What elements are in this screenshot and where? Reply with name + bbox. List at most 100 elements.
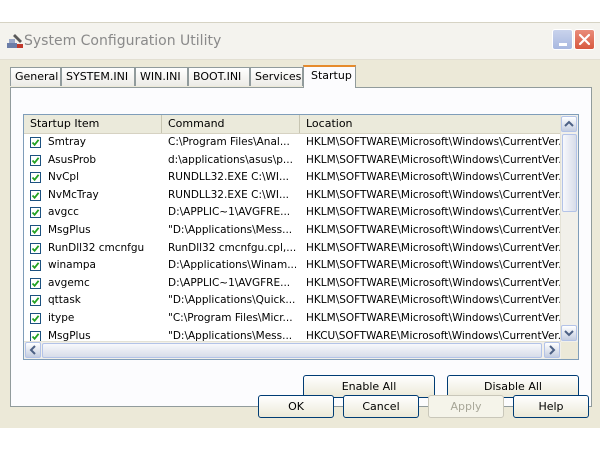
- column-header-startup-item[interactable]: Startup Item: [24, 115, 162, 133]
- tab-win-ini[interactable]: WIN.INI: [135, 67, 188, 86]
- horizontal-scrollbar[interactable]: [24, 341, 561, 359]
- startup-checkbox[interactable]: [30, 295, 41, 307]
- startup-checkbox[interactable]: [30, 172, 41, 184]
- cancel-button[interactable]: Cancel: [343, 395, 419, 418]
- startup-checkbox[interactable]: [30, 312, 41, 324]
- startup-checkbox[interactable]: [30, 224, 41, 236]
- checkmark-icon: [31, 279, 40, 287]
- scroll-right-button[interactable]: [544, 342, 560, 358]
- startup-command: "C:\Program Files\Micr...: [168, 311, 293, 324]
- list-item[interactable]: MsgPlus "D:\Applications\Mess... HKLM\SOFT…: [24, 222, 561, 240]
- list-item[interactable]: AsusProb d:\applications\asus\p... HKLM\SO…: [24, 152, 561, 170]
- checkmark-icon: [31, 192, 40, 199]
- startup-item-name: NvMcTray: [48, 188, 99, 201]
- startup-location: HKLM\SOFTWARE\Microsoft\Windows\CurrentV…: [306, 241, 561, 254]
- startup-command: RUNDLL32.EXE C:\WI...: [168, 188, 290, 201]
- startup-location: HKLM\SOFTWARE\Microsoft\Windows\CurrentV…: [306, 188, 561, 201]
- list-rows: Smtray C:\Program Files\Anal... HKLM\SOFTW…: [24, 134, 561, 344]
- checkmark-icon: [31, 209, 40, 217]
- checkmark-icon: [31, 332, 40, 340]
- startup-location: HKLM\SOFTWARE\Microsoft\Windows\CurrentV…: [306, 153, 561, 166]
- startup-location: HKLM\SOFTWARE\Microsoft\Windows\CurrentV…: [306, 311, 561, 324]
- startup-checkbox[interactable]: [30, 189, 41, 201]
- scroll-up-button[interactable]: [561, 116, 577, 132]
- scroll-down-button[interactable]: [561, 325, 577, 341]
- startup-checkbox[interactable]: [30, 260, 41, 272]
- startup-list[interactable]: Startup Item Command Location Smtray C:\P…: [23, 114, 579, 360]
- startup-checkbox[interactable]: [30, 277, 41, 289]
- startup-location: HKLM\SOFTWARE\Microsoft\Windows\CurrentV…: [306, 223, 561, 236]
- list-item[interactable]: avgcc D:\APPLIC~1\AVGFRE... HKLM\SOFTWARE\…: [24, 204, 561, 222]
- tab-general[interactable]: General: [10, 67, 61, 86]
- startup-panel: Startup Item Command Location Smtray C:\P…: [10, 87, 592, 407]
- startup-location: HKLM\SOFTWARE\Microsoft\Windows\CurrentV…: [306, 276, 561, 289]
- scroll-left-button[interactable]: [25, 342, 41, 358]
- chevron-down-icon: [564, 330, 574, 337]
- list-item[interactable]: NvCpl RUNDLL32.EXE C:\WI... HKLM\SOFTWARE\…: [24, 169, 561, 187]
- checkmark-icon: [31, 315, 40, 323]
- chevron-left-icon: [29, 345, 36, 355]
- column-header-location[interactable]: Location: [300, 115, 561, 133]
- vertical-scrollbar[interactable]: [560, 115, 578, 342]
- startup-item-name: itype: [48, 311, 75, 324]
- tab-startup[interactable]: Startup: [303, 65, 356, 88]
- window-title: System Configuration Utility: [24, 33, 222, 49]
- startup-command: C:\Program Files\Anal...: [168, 136, 290, 148]
- startup-command: RUNDLL32.EXE C:\WI...: [168, 171, 290, 184]
- checkmark-icon: [31, 262, 40, 270]
- title-bar[interactable]: System Configuration Utility: [0, 23, 600, 60]
- tab-boot-ini[interactable]: BOOT.INI: [188, 67, 250, 86]
- checkmark-icon: [31, 156, 40, 164]
- scrollbar-corner: [561, 342, 578, 359]
- startup-command: "D:\Applications\Mess...: [168, 223, 293, 236]
- startup-location: HKLM\SOFTWARE\Microsoft\Windows\CurrentV…: [306, 259, 561, 272]
- list-header: Startup Item Command Location: [24, 115, 561, 134]
- startup-item-name: winampa: [48, 259, 96, 272]
- startup-item-name: NvCpl: [48, 171, 79, 184]
- apply-button[interactable]: Apply: [428, 395, 504, 418]
- checkmark-icon: [31, 244, 40, 252]
- startup-command: D:\APPLIC~1\AVGFRE...: [168, 206, 291, 219]
- startup-checkbox[interactable]: [30, 154, 41, 166]
- close-button[interactable]: [574, 29, 595, 50]
- help-button[interactable]: Help: [513, 395, 589, 418]
- system-configuration-window: System Configuration Utility General SYS…: [0, 22, 600, 428]
- chevron-up-icon: [564, 120, 574, 127]
- close-icon: [578, 33, 591, 46]
- startup-command: D:\Applications\Winam...: [168, 259, 296, 272]
- startup-command: "D:\Applications\Quick...: [168, 294, 296, 307]
- startup-item-name: RunDll32 cmcnfgu: [48, 241, 145, 254]
- startup-command: d:\applications\asus\p...: [168, 153, 293, 166]
- startup-checkbox[interactable]: [30, 330, 41, 342]
- startup-checkbox[interactable]: [30, 242, 41, 254]
- startup-item-name: qttask: [48, 294, 81, 307]
- checkmark-icon: [31, 139, 40, 147]
- vertical-scroll-thumb[interactable]: [562, 134, 577, 212]
- list-item[interactable]: Smtray C:\Program Files\Anal... HKLM\SOFTW…: [24, 134, 561, 152]
- tab-system-ini[interactable]: SYSTEM.INI: [61, 67, 135, 86]
- startup-location: HKLM\SOFTWARE\Microsoft\Windows\CurrentV…: [306, 294, 561, 307]
- startup-item-name: avgemc: [48, 276, 90, 289]
- startup-checkbox[interactable]: [30, 137, 41, 148]
- startup-item-name: AsusProb: [48, 153, 97, 166]
- startup-item-name: avgcc: [48, 206, 79, 219]
- horizontal-scroll-thumb[interactable]: [42, 343, 542, 358]
- list-item[interactable]: RunDll32 cmcnfgu RunDll32 cmcnfgu.cpl,...…: [24, 240, 561, 258]
- list-item[interactable]: winampa D:\Applications\Winam... HKLM\SOFT…: [24, 257, 561, 275]
- checkmark-icon: [31, 297, 40, 305]
- startup-checkbox[interactable]: [30, 207, 41, 219]
- ok-button[interactable]: OK: [258, 395, 334, 418]
- list-item[interactable]: NvMcTray RUNDLL32.EXE C:\WI... HKLM\SOFTWA…: [24, 187, 561, 205]
- checkmark-icon: [31, 174, 40, 182]
- startup-location: HKLM\SOFTWARE\Microsoft\Windows\CurrentV…: [306, 171, 561, 184]
- list-item[interactable]: avgemc D:\APPLIC~1\AVGFRE... HKLM\SOFTWARE…: [24, 275, 561, 293]
- list-item[interactable]: itype "C:\Program Files\Micr... HKLM\SOFTW…: [24, 310, 561, 328]
- column-header-command[interactable]: Command: [162, 115, 300, 133]
- startup-item-name: Smtray: [48, 136, 86, 148]
- minimize-button[interactable]: [552, 29, 573, 50]
- minimize-icon: [559, 43, 567, 46]
- startup-command: D:\APPLIC~1\AVGFRE...: [168, 276, 291, 289]
- tab-services[interactable]: Services: [250, 67, 303, 86]
- chevron-right-icon: [549, 345, 556, 355]
- list-item[interactable]: qttask "D:\Applications\Quick... HKLM\SOFT…: [24, 292, 561, 310]
